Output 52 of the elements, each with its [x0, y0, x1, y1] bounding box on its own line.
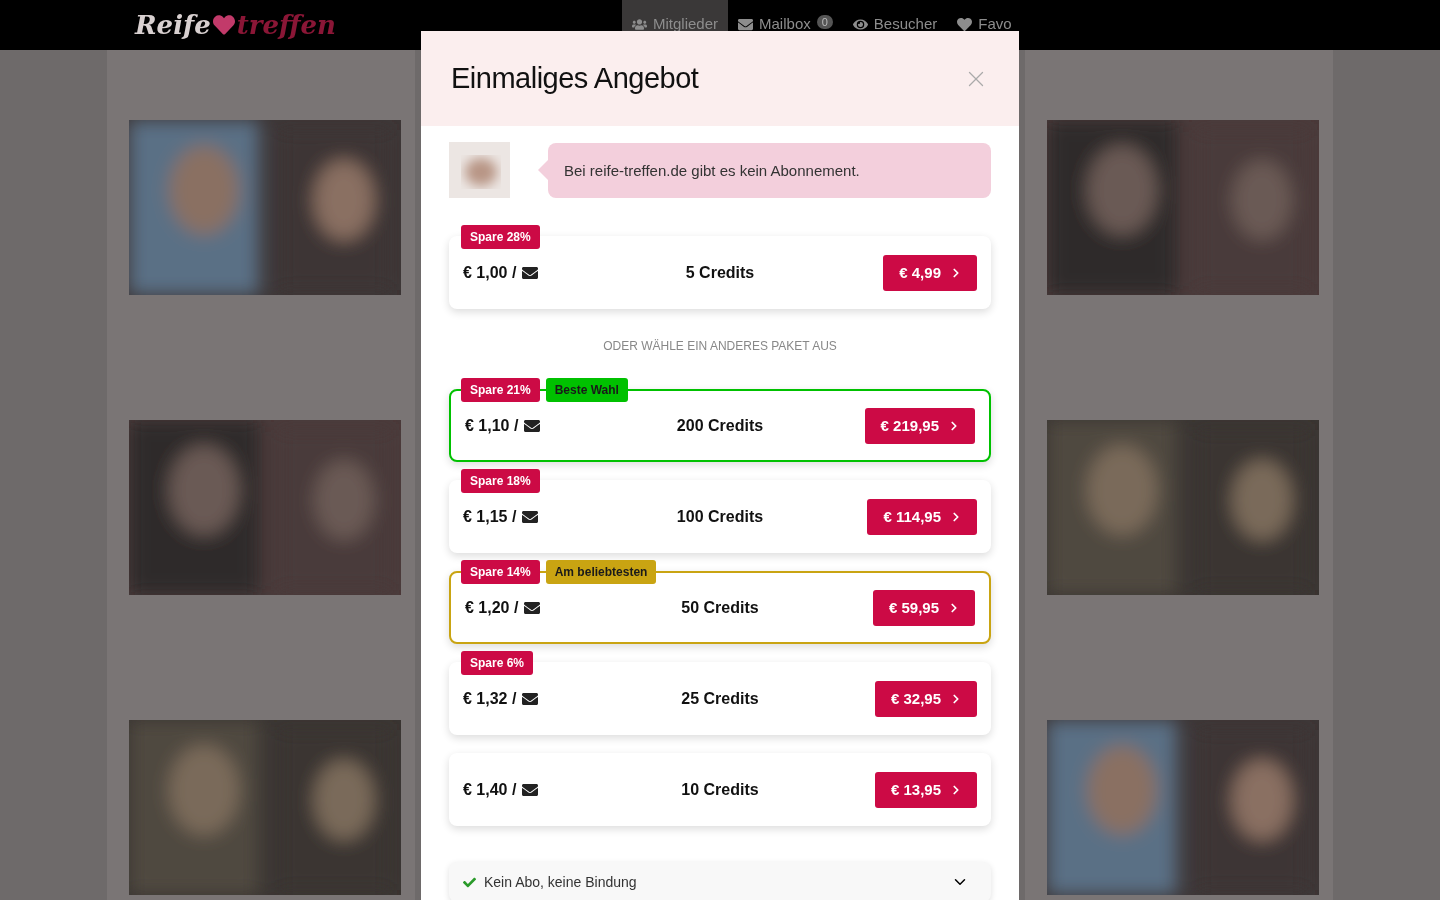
check-icon: [463, 875, 476, 889]
envelope-icon: [522, 690, 539, 707]
savings-badge: Spare 28%: [461, 225, 540, 249]
eye-icon: [852, 17, 868, 32]
info-accordion[interactable]: Kein Abo, keine Bindung: [449, 862, 991, 900]
info-label: Kein Abo, keine Bindung: [484, 874, 637, 890]
savings-badge: Spare 14%: [461, 560, 540, 584]
buy-button[interactable]: € 32,95: [874, 680, 977, 717]
credits-label: 100 Credits: [675, 507, 765, 526]
package-card[interactable]: € 1,40 / 10 Credits € 13,95: [449, 753, 991, 826]
price-per-message: € 1,15 /: [463, 507, 517, 526]
dialog-title: Einmaliges Angebot: [451, 62, 699, 95]
envelope-icon: [524, 599, 541, 616]
heart-icon: [957, 17, 973, 32]
nav-item[interactable]: Favo: [947, 0, 1022, 50]
buy-button[interactable]: € 59,95: [872, 589, 975, 626]
nav-label: Favo: [978, 15, 1012, 32]
savings-badge: Spare 18%: [461, 469, 540, 493]
buy-button[interactable]: € 114,95: [867, 498, 977, 535]
nav-label: Besucher: [873, 15, 938, 32]
price-per-message: € 1,32 /: [463, 689, 517, 708]
credits-label: 50 Credits: [680, 598, 760, 617]
price-per-message: € 1,10 /: [465, 416, 519, 435]
envelope-icon: [522, 781, 539, 798]
heart-icon: [212, 14, 235, 36]
savings-badge: Spare 6%: [461, 651, 534, 675]
credits-label: 5 Credits: [684, 263, 756, 282]
buy-button[interactable]: € 13,95: [874, 771, 977, 808]
credits-label: 25 Credits: [680, 689, 760, 708]
envelope-icon: [522, 508, 539, 525]
tag-badge: Am beliebtesten: [545, 560, 657, 584]
nav-label: Mitglieder: [653, 15, 719, 32]
nav-item[interactable]: Besucher: [842, 0, 948, 50]
nav-label: Mailbox: [759, 15, 811, 32]
credits-label: 200 Credits: [675, 416, 765, 435]
divider-text: ODER WÄHLE EIN ANDERES PAKET AUS: [602, 339, 838, 353]
savings-badge: Spare 21%: [461, 378, 540, 402]
envelope-icon: [522, 264, 539, 281]
envelope-icon: [524, 417, 541, 434]
price-per-message: € 1,40 /: [463, 780, 517, 799]
message-bubble: Bei reife-treffen.de gibt es kein Abonnement.: [548, 142, 991, 198]
price-per-message: € 1,20 /: [465, 598, 519, 617]
envelope-icon: [738, 17, 754, 32]
count-badge: 0: [816, 15, 833, 29]
buy-button[interactable]: € 219,95: [864, 407, 975, 444]
tag-badge: Beste Wahl: [545, 378, 628, 402]
credits-label: 10 Credits: [680, 780, 760, 799]
nav-item[interactable]: Mailbox 0: [728, 0, 843, 50]
buy-button[interactable]: € 4,99: [883, 254, 977, 291]
logo[interactable]: Reife treffen: [0, 0, 622, 50]
users-icon: [632, 17, 647, 32]
price-per-message: € 1,00 /: [463, 263, 517, 282]
